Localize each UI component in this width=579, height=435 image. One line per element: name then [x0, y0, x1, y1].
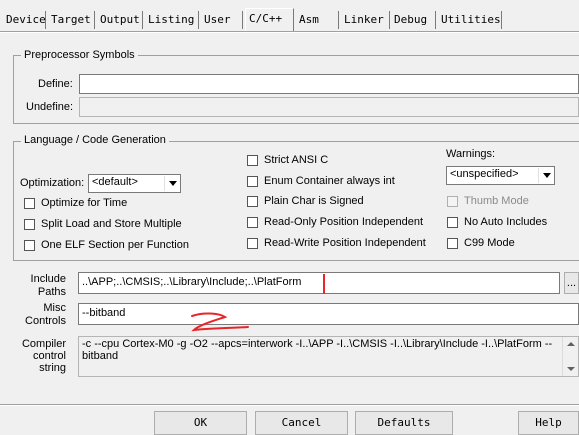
tab-linker[interactable]: Linker: [341, 11, 390, 29]
thumb-mode-label: Thumb Mode: [464, 195, 529, 207]
c99-mode-checkbox[interactable]: [447, 238, 458, 249]
include-paths-label-line1: Include: [30, 273, 66, 285]
thumb-mode-checkbox[interactable]: [447, 196, 458, 207]
rw-position-independent-checkbox[interactable]: [247, 238, 258, 249]
compiler-control-label: Compiler control string: [14, 338, 66, 374]
no-auto-includes-checkbox[interactable]: [447, 217, 458, 228]
ro-position-independent-checkbox[interactable]: [247, 217, 258, 228]
compiler-control-label-line1: Compiler: [21, 338, 66, 350]
tab-target[interactable]: Target: [48, 11, 95, 29]
optimization-label: Optimization:: [20, 177, 85, 189]
undefine-label: Undefine:: [26, 101, 74, 113]
red-annotation-scribble: [191, 312, 249, 332]
include-paths-label-line2: Paths: [37, 286, 66, 298]
tab-utilities[interactable]: Utilities: [438, 11, 502, 29]
codegen-title: Language / Code Generation: [21, 134, 169, 146]
compiler-control-string: -c --cpu Cortex-M0 -g -O2 --apcs=interwo…: [78, 336, 579, 377]
warnings-label: Warnings:: [446, 148, 496, 160]
optimize-for-time-checkbox[interactable]: [24, 198, 35, 209]
strict-ansi-c-checkbox[interactable]: [247, 155, 258, 166]
plain-char-signed-checkbox[interactable]: [247, 196, 258, 207]
help-button[interactable]: Help: [518, 411, 579, 435]
strict-ansi-c-label: Strict ANSI C: [264, 154, 329, 166]
optimization-select[interactable]: <default>: [88, 174, 181, 193]
rw-position-independent-label: Read-Write Position Independent: [264, 237, 426, 249]
scroll-down-icon[interactable]: [567, 367, 575, 371]
compiler-control-scrollbar[interactable]: [562, 337, 578, 376]
one-elf-section-checkbox[interactable]: [24, 240, 35, 251]
chevron-down-icon: [538, 168, 553, 183]
warnings-select[interactable]: <unspecified>: [446, 166, 555, 185]
misc-controls-label-line2: Controls: [25, 315, 66, 327]
include-paths-browse-button[interactable]: ...: [564, 272, 579, 294]
preprocessor-title: Preprocessor Symbols: [21, 49, 138, 61]
ok-button[interactable]: OK: [154, 411, 247, 435]
warnings-value: <unspecified>: [450, 168, 519, 180]
red-annotation-cursor-mark: [323, 274, 325, 294]
split-load-store-label: Split Load and Store Multiple: [41, 218, 182, 230]
cancel-button[interactable]: Cancel: [255, 411, 348, 435]
define-input[interactable]: [79, 74, 579, 94]
ro-position-independent-label: Read-Only Position Independent: [264, 216, 423, 228]
compiler-control-label-line2: control: [32, 350, 66, 362]
tab-asm[interactable]: Asm: [296, 11, 339, 29]
plain-char-signed-label: Plain Char is Signed: [264, 195, 364, 207]
tab-c-cpp[interactable]: C/C++: [245, 8, 294, 32]
c99-mode-label: C99 Mode: [464, 237, 515, 249]
tab-user[interactable]: User: [201, 11, 243, 29]
optimization-value: <default>: [92, 176, 138, 188]
defaults-button[interactable]: Defaults: [355, 411, 453, 435]
tab-device[interactable]: Device: [3, 11, 46, 29]
one-elf-section-label: One ELF Section per Function: [41, 239, 189, 251]
scroll-up-icon[interactable]: [567, 342, 575, 346]
misc-controls-input[interactable]: --bitband: [78, 303, 579, 325]
no-auto-includes-label: No Auto Includes: [464, 216, 548, 228]
split-load-store-checkbox[interactable]: [24, 219, 35, 230]
define-label: Define:: [38, 78, 73, 90]
chevron-down-icon: [164, 176, 179, 191]
undefine-input[interactable]: [79, 97, 579, 117]
misc-controls-label-line1: Misc: [43, 302, 66, 314]
optimize-for-time-label: Optimize for Time: [41, 197, 128, 209]
tab-debug[interactable]: Debug: [391, 11, 436, 29]
tab-output[interactable]: Output: [97, 11, 143, 29]
tab-bar: Device Target Output Listing User C/C++ …: [0, 0, 579, 34]
misc-controls-label: Misc Controls: [14, 302, 66, 328]
enum-container-label: Enum Container always int: [264, 175, 395, 187]
compiler-control-label-line3: string: [39, 362, 66, 374]
enum-container-checkbox[interactable]: [247, 176, 258, 187]
include-paths-label: Include Paths: [14, 273, 66, 299]
tab-listing[interactable]: Listing: [145, 11, 199, 29]
